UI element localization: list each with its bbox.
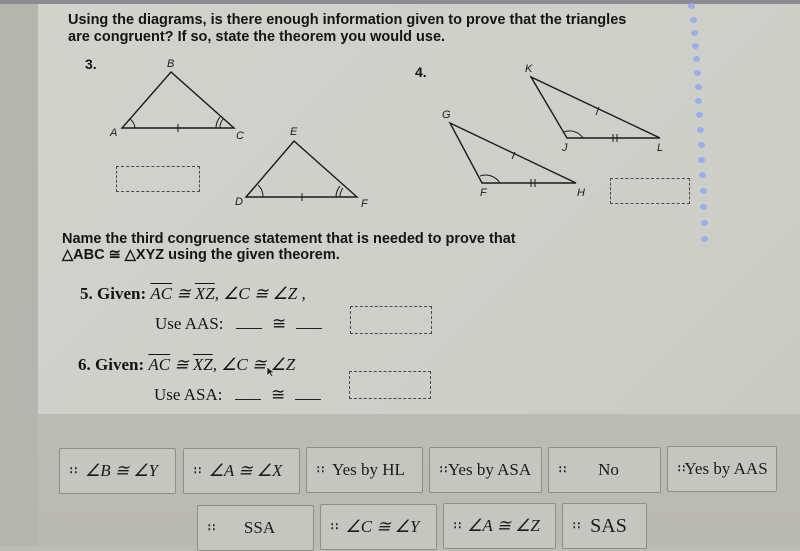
tile-label: ∠B ≅ ∠Y (84, 461, 159, 480)
angle-mark-f-inner (339, 187, 344, 198)
triangle-kjl (529, 75, 661, 139)
tile-yes-by-aas[interactable]: ∷ Yes by AAS (667, 446, 777, 492)
tile-label: ∠A ≅ ∠Z (467, 516, 540, 535)
tile-angle-b-congruent-y[interactable]: ∷ ∠B ≅ ∠Y (59, 448, 176, 494)
problem-4-number: 4. (415, 64, 427, 80)
label-f2: F (480, 187, 488, 199)
problem-5-number: 5. (80, 284, 93, 303)
problem-3-answer-dropzone[interactable] (116, 166, 200, 192)
section-2-line-2: △ABC ≅ △XYZ using the given theorem. (62, 247, 340, 263)
label-b: B (167, 58, 174, 70)
angle-mark-f (479, 174, 501, 184)
label-f: F (361, 198, 369, 210)
problem-5-given-label: Given: (97, 284, 147, 303)
problem-5-answer-dropzone[interactable] (350, 306, 432, 334)
problem-5-angle-statement: , ∠C ≅ ∠Z , (214, 284, 306, 303)
triangle-def (244, 140, 359, 198)
problem-6-use-label: Use ASA: (154, 385, 223, 404)
label-d: D (235, 196, 243, 208)
tile-angle-c-congruent-y[interactable]: ∷ ∠C ≅ ∠Y (320, 504, 437, 550)
label-g: G (442, 109, 451, 121)
label-c: C (236, 130, 244, 142)
problem-5-given: 5. Given: AC ≅ XZ, ∠C ≅ ∠Z , (80, 284, 306, 304)
tile-yes-by-hl[interactable]: ∷ Yes by HL (306, 447, 423, 493)
problem-5-use-label: Use AAS: (155, 314, 224, 333)
tile-angle-a-congruent-x[interactable]: ∷ ∠A ≅ ∠X (183, 448, 300, 494)
section-2-line-1: Name the third congruence statement that… (62, 231, 516, 247)
angle-mark-c-outer (215, 116, 221, 129)
label-e: E (290, 126, 298, 138)
problem-6-number: 6. (78, 355, 91, 374)
label-j: J (561, 142, 568, 154)
problem-6-blank-2 (295, 387, 322, 400)
side-marker-column (688, 0, 718, 250)
label-a: A (109, 127, 117, 139)
problem-6-given-label: Given: (95, 355, 145, 374)
problem-6-answer-dropzone[interactable] (349, 371, 431, 399)
label-k: K (525, 63, 533, 75)
angle-mark-f-outer (335, 185, 341, 198)
problem-6-segment-ac: AC (148, 355, 171, 374)
label-l: L (657, 142, 663, 154)
tile-label: ∠A ≅ ∠X (208, 461, 283, 480)
tile-label: Yes by AAS (684, 459, 768, 478)
tile-ssa[interactable]: ∷ SSA (197, 505, 314, 551)
problem-5-use-congruent: ≅ (271, 314, 287, 333)
angle-mark-c-inner (219, 118, 224, 129)
problem-5-use: Use AAS: ≅ (155, 314, 323, 334)
angle-mark-a (129, 118, 136, 129)
problem-6-blank-1 (234, 387, 261, 400)
problem-6-use: Use ASA: ≅ (154, 385, 322, 405)
problem-5-segment-ac: AC (150, 284, 173, 303)
problem-5-blank-1 (235, 316, 262, 329)
problem-5-segment-xz: XZ (194, 284, 215, 303)
problem-4-answer-dropzone[interactable] (610, 178, 690, 204)
tile-label: SAS (590, 514, 627, 537)
tile-angle-a-congruent-z[interactable]: ∷ ∠A ≅ ∠Z (443, 503, 556, 549)
problem-6-given: 6. Given: AC ≅ XZ, ∠C ≅ ∠Z (78, 355, 295, 375)
tile-no[interactable]: ∷ No (548, 447, 661, 493)
tile-label: Yes by ASA (447, 460, 532, 479)
triangle-gfh (448, 121, 577, 184)
tile-label: ∠C ≅ ∠Y (345, 517, 420, 536)
tile-label: No (598, 460, 619, 479)
angle-mark-d (257, 184, 264, 198)
problem-6-segment-xz: XZ (192, 355, 213, 374)
problem-5-blank-2 (296, 316, 323, 329)
problem-6-congruent-symbol: ≅ (174, 355, 189, 374)
problem-5-congruent-symbol: ≅ (176, 284, 191, 303)
tile-sas[interactable]: ∷ SAS (562, 503, 647, 549)
tile-label: SSA (243, 518, 276, 537)
label-h: H (577, 187, 585, 199)
tile-label: Yes by HL (332, 460, 405, 479)
mouse-cursor-icon (266, 366, 276, 378)
problem-6-use-congruent: ≅ (270, 385, 286, 404)
tile-yes-by-asa[interactable]: ∷ Yes by ASA (429, 447, 542, 493)
problem-6-angle-statement: , ∠C ≅ ∠Z (212, 355, 296, 374)
triangle-abc (120, 71, 236, 129)
